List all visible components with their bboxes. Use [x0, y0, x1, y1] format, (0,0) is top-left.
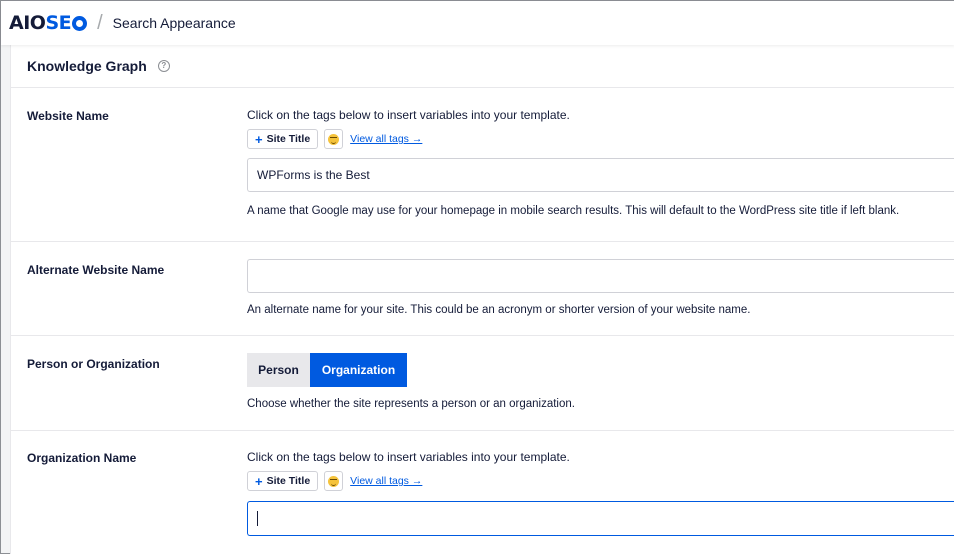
person-option[interactable]: Person: [247, 353, 310, 387]
org-tag-bar: + Site Title View all tags →: [247, 471, 954, 491]
plus-icon: +: [255, 473, 263, 489]
alternate-name-input[interactable]: [247, 259, 954, 293]
tags-hint: Click on the tags below to insert variab…: [247, 108, 570, 122]
website-name-label: Website Name: [27, 109, 109, 123]
person-org-toggle: Person Organization: [247, 353, 954, 387]
top-bar: AIO SE / Search Appearance: [1, 1, 954, 45]
breadcrumb-separator: /: [97, 11, 103, 34]
org-tags-hint: Click on the tags below to insert variab…: [247, 450, 570, 464]
website-name-content: Click on the tags below to insert variab…: [247, 108, 954, 218]
logo-suffix: SE: [45, 12, 72, 34]
website-name-description: A name that Google may use for your home…: [247, 205, 900, 217]
alternate-name-label: Alternate Website Name: [27, 263, 165, 277]
person-or-org-description: Choose whether the site represents a per…: [247, 398, 575, 410]
organization-option[interactable]: Organization: [310, 353, 407, 387]
view-all-tags-link[interactable]: View all tags →: [350, 133, 422, 145]
emoji-icon: [328, 133, 340, 145]
help-circle-icon[interactable]: ?: [157, 60, 170, 72]
aioseo-logo[interactable]: AIO SE: [9, 12, 88, 34]
alternate-name-description: An alternate name for your site. This co…: [247, 304, 751, 316]
alternate-name-content: An alternate name for your site. This co…: [247, 259, 954, 317]
org-view-all-tags-link[interactable]: View all tags →: [350, 475, 422, 487]
emoji-icon: [328, 475, 340, 487]
organization-name-input[interactable]: [247, 501, 954, 536]
site-title-tag-button[interactable]: + Site Title: [247, 129, 319, 149]
organization-name-row: Organization Name Click on the tags belo…: [11, 431, 954, 554]
tag-bar: + Site Title View all tags →: [247, 129, 954, 149]
gear-icon: [72, 15, 88, 31]
emoji-button[interactable]: [324, 129, 344, 149]
knowledge-graph-card: Knowledge Graph ? Website Name Click on …: [10, 45, 954, 554]
org-site-title-tag-label: Site Title: [266, 475, 311, 487]
logo-prefix: AIO: [9, 12, 46, 34]
organization-name-content: Click on the tags below to insert variab…: [247, 450, 954, 536]
website-name-input[interactable]: WPForms is the Best: [247, 158, 954, 192]
breadcrumb-current: Search Appearance: [112, 15, 236, 31]
plus-icon: +: [255, 131, 263, 147]
organization-name-label: Organization Name: [27, 451, 137, 465]
org-emoji-button[interactable]: [324, 471, 344, 491]
card-title: Knowledge Graph: [27, 58, 147, 74]
org-site-title-tag-button[interactable]: + Site Title: [247, 471, 319, 491]
person-or-org-content: Person Organization Choose whether the s…: [247, 353, 954, 411]
text-caret: [257, 511, 258, 526]
person-or-org-row: Person or Organization Person Organizati…: [11, 336, 954, 431]
alternate-name-row: Alternate Website Name An alternate name…: [11, 242, 954, 336]
person-or-org-label: Person or Organization: [27, 357, 160, 371]
site-title-tag-label: Site Title: [266, 133, 311, 145]
card-header: Knowledge Graph ?: [11, 45, 954, 88]
website-name-row: Website Name Click on the tags below to …: [11, 88, 954, 242]
